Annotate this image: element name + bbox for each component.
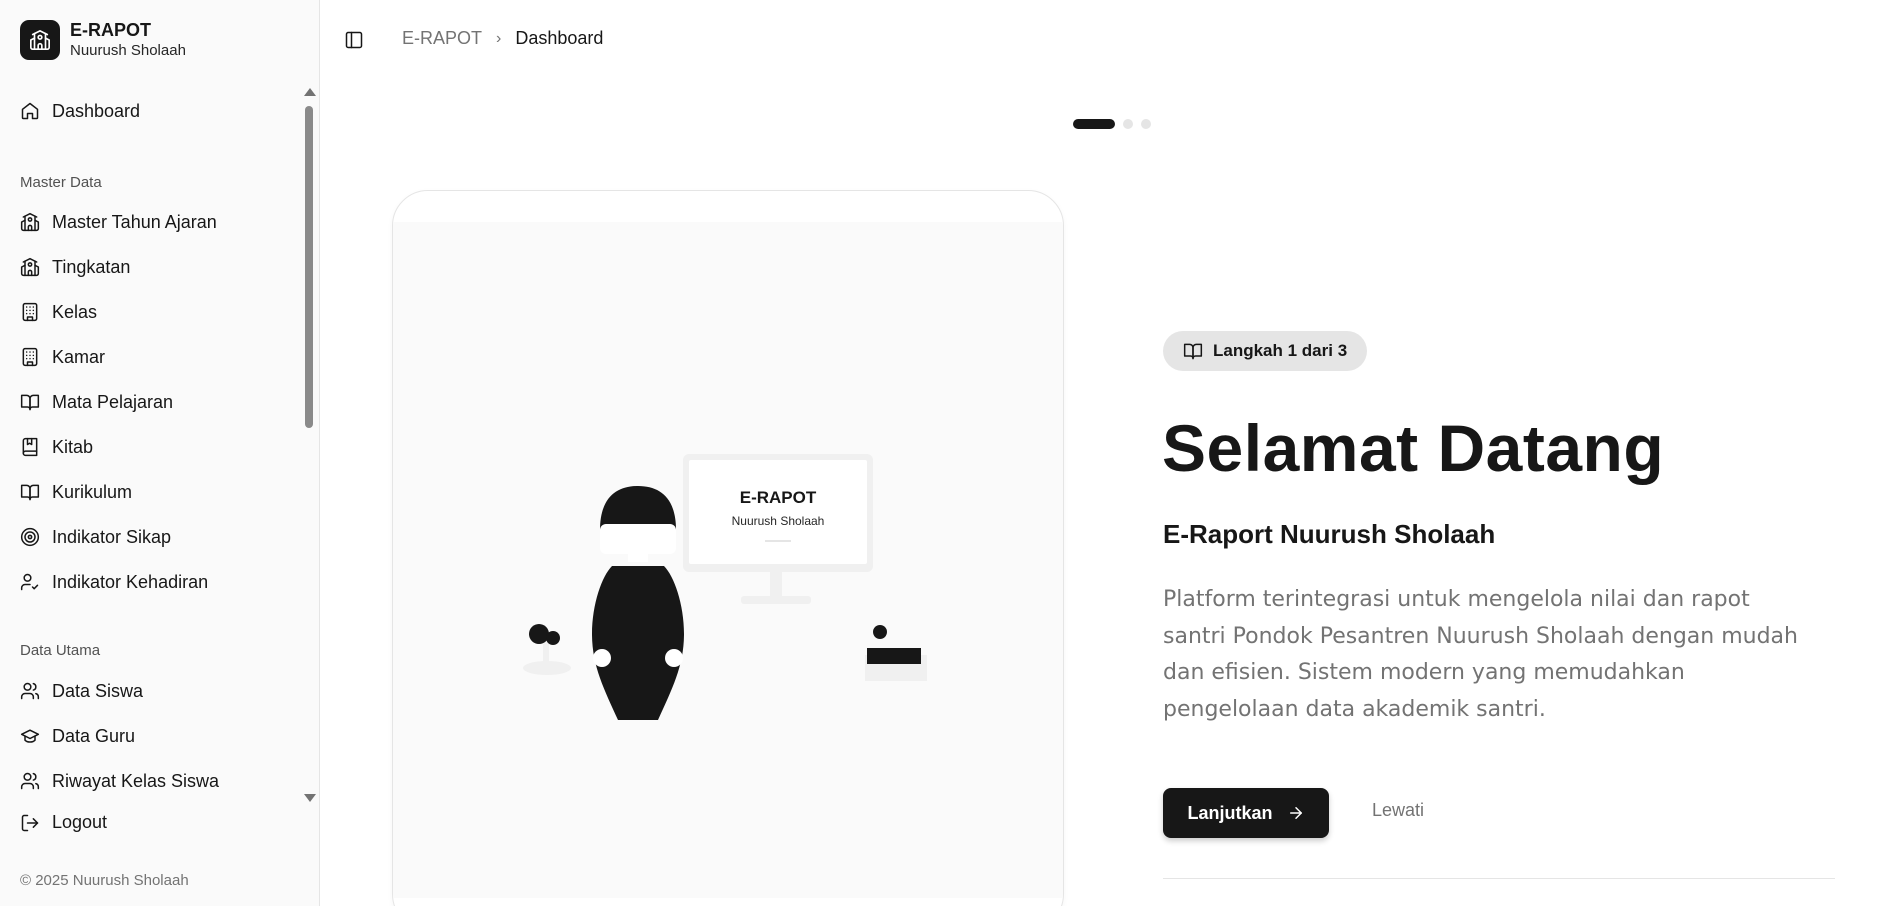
- sidebar-item-riwayat-kelas-siswa[interactable]: Riwayat Kelas Siswa: [20, 761, 219, 801]
- screen-title: E-RAPOT: [739, 488, 817, 507]
- panel-left-icon: [345, 31, 363, 49]
- illustration-card: E-RAPOT Nuurush Sholaah: [392, 190, 1064, 906]
- breadcrumb-root-link[interactable]: E-RAPOT: [402, 28, 482, 49]
- page-subtitle: E-Raport Nuurush Sholaah: [1163, 519, 1496, 549]
- users-icon: [20, 772, 40, 790]
- home-icon: [21, 102, 39, 120]
- screen-line: [765, 540, 791, 542]
- plant-illustration: [523, 624, 571, 675]
- book-open-icon: [20, 484, 40, 501]
- sidebar-item-label: Master Tahun Ajaran: [52, 211, 217, 232]
- logout-icon: [21, 814, 39, 831]
- sidebar-item-label: Indikator Sikap: [52, 526, 172, 547]
- illustration: E-RAPOT Nuurush Sholaah: [393, 222, 1063, 898]
- step-dot-1[interactable]: [1073, 119, 1115, 129]
- monitor-illustration: E-RAPOT Nuurush Sholaah: [683, 454, 873, 572]
- monitor-stand-base: [741, 596, 811, 604]
- target-icon: [20, 527, 40, 547]
- chevron-right-icon: ›: [496, 29, 502, 47]
- logout-button[interactable]: Logout: [20, 812, 107, 833]
- user-check-icon: [20, 573, 39, 591]
- sidebar-item-label: Dashboard: [52, 100, 141, 121]
- monitor-stand: [770, 572, 782, 598]
- monitor-screen: E-RAPOT Nuurush Sholaah: [689, 460, 867, 564]
- sidebar-item-data-siswa[interactable]: Data Siswa: [20, 671, 143, 711]
- building-icon: [22, 302, 38, 322]
- graduation-cap-icon: [20, 729, 40, 743]
- scroll-thumb[interactable]: [305, 106, 313, 428]
- breadcrumb-current: Dashboard: [515, 28, 604, 48]
- logout-label: Logout: [52, 812, 108, 832]
- sidebar-item-label: Indikator Kehadiran: [52, 571, 209, 592]
- sidebar-item-data-guru[interactable]: Data Guru: [20, 716, 135, 756]
- page-description: Platform terintegrasi untuk mengelola ni…: [1163, 587, 1798, 722]
- sidebar-item-master-tahun-ajaran[interactable]: Master Tahun Ajaran: [20, 202, 217, 242]
- sidebar-toggle-button[interactable]: [340, 26, 368, 54]
- sidebar-item-label: Mata Pelajaran: [52, 391, 174, 412]
- book-open-icon: [1183, 343, 1203, 360]
- arrow-right-icon: [1289, 807, 1302, 819]
- desk-object-illustration: [865, 625, 927, 681]
- school-icon: [20, 257, 40, 277]
- school-icon: [20, 212, 40, 232]
- sidebar-item-label: Kitab: [52, 436, 94, 457]
- brand[interactable]: E-RAPOT Nuurush Sholaah: [20, 20, 186, 60]
- sidebar-item-label: Kamar: [52, 346, 106, 367]
- continue-button-label: Lanjutkan: [1187, 802, 1273, 823]
- step-indicator: [1073, 119, 1151, 129]
- sidebar-footer: © 2025 Nuurush Sholaah: [20, 872, 189, 889]
- sidebar-item-indikator-kehadiran[interactable]: Indikator Kehadiran: [20, 562, 208, 602]
- group-label-master-data: Master Data: [20, 174, 102, 191]
- sidebar-item-label: Riwayat Kelas Siswa: [52, 770, 220, 791]
- brand-subtitle: Nuurush Sholaah: [70, 42, 186, 59]
- sidebar-item-indikator-sikap[interactable]: Indikator Sikap: [20, 517, 171, 557]
- step-dot-3[interactable]: [1141, 119, 1151, 129]
- sidebar-item-dashboard[interactable]: Dashboard: [20, 91, 140, 131]
- continue-button[interactable]: Lanjutkan: [1163, 788, 1329, 838]
- sidebar-item-label: Data Siswa: [52, 680, 144, 701]
- scroll-down-arrow-icon[interactable]: [304, 794, 316, 802]
- sidebar-item-label: Data Guru: [52, 725, 136, 746]
- book-icon: [22, 437, 38, 457]
- skip-button[interactable]: Lewati: [1372, 800, 1424, 821]
- sidebar-item-label: Kelas: [52, 301, 98, 322]
- step-dot-2[interactable]: [1123, 119, 1133, 129]
- screen-subtitle: Nuurush Sholaah: [731, 514, 825, 528]
- school-logo-icon: [20, 20, 60, 60]
- sidebar-item-kitab[interactable]: Kitab: [20, 427, 93, 467]
- step-badge: Langkah 1 dari 3: [1163, 331, 1368, 371]
- breadcrumb: E-RAPOT › Dashboard: [402, 28, 603, 49]
- users-icon: [20, 682, 40, 700]
- sidebar-item-mata-pelajaran[interactable]: Mata Pelajaran: [20, 382, 173, 422]
- divider: [1163, 878, 1835, 879]
- group-label-data-utama: Data Utama: [20, 642, 101, 659]
- brand-title: E-RAPOT: [70, 20, 151, 40]
- sidebar-item-kamar[interactable]: Kamar: [20, 337, 105, 377]
- sidebar-item-label: Tingkatan: [52, 256, 131, 277]
- sidebar-item-label: Kurikulum: [52, 481, 133, 502]
- book-open-icon: [20, 394, 40, 411]
- sidebar-item-kurikulum[interactable]: Kurikulum: [20, 472, 132, 512]
- page-title: Selamat Datang: [1162, 411, 1665, 485]
- sidebar: E-RAPOT Nuurush Sholaah Dashboard Master…: [0, 0, 320, 906]
- step-badge-label: Langkah 1 dari 3: [1213, 341, 1348, 360]
- scroll-up-arrow-icon[interactable]: [304, 88, 316, 96]
- person-illustration: [592, 486, 684, 720]
- building-icon: [22, 347, 38, 367]
- sidebar-item-tingkatan[interactable]: Tingkatan: [20, 247, 130, 287]
- sidebar-scrollbar[interactable]: [302, 86, 316, 802]
- sidebar-item-kelas[interactable]: Kelas: [20, 292, 97, 332]
